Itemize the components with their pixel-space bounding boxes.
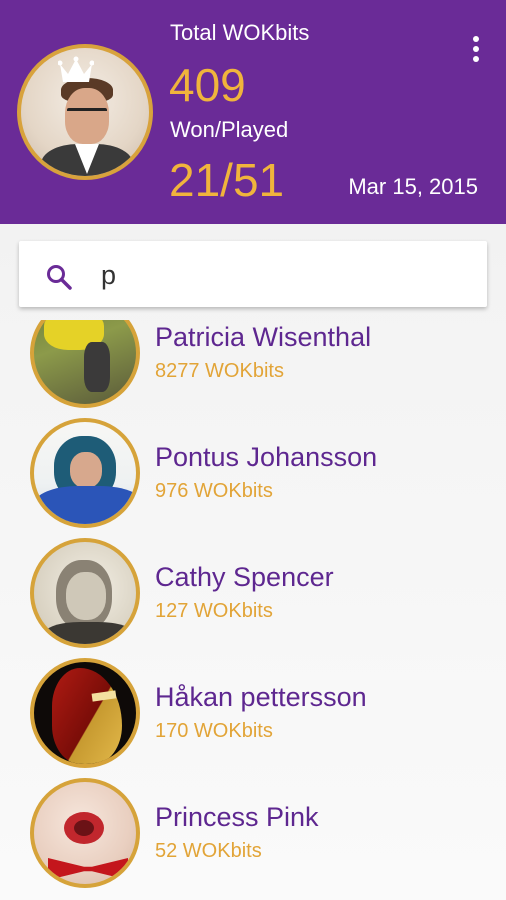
player-list: Patricia Wisenthal 8277 WOKbits Pontus J… xyxy=(0,320,506,900)
player-avatar xyxy=(30,538,140,648)
list-item[interactable]: Patricia Wisenthal 8277 WOKbits xyxy=(0,320,506,418)
overflow-menu-icon[interactable] xyxy=(471,36,481,64)
player-name: Princess Pink xyxy=(155,802,319,832)
player-wokbits: 976 WOKbits xyxy=(155,480,273,502)
player-wokbits: 170 WOKbits xyxy=(155,720,273,742)
total-wokbits-value: 409 xyxy=(169,59,246,111)
player-name: Pontus Johansson xyxy=(155,442,378,472)
player-wokbits: 127 WOKbits xyxy=(155,600,273,622)
player-avatar xyxy=(30,778,140,888)
player-name: Patricia Wisenthal xyxy=(155,322,372,352)
list-item[interactable]: Pontus Johansson 976 WOKbits xyxy=(0,418,506,538)
search-box[interactable] xyxy=(19,241,487,307)
crown-icon xyxy=(58,56,94,82)
list-item[interactable]: Cathy Spencer 127 WOKbits xyxy=(0,538,506,658)
player-avatar xyxy=(30,418,140,528)
avatar-glasses xyxy=(67,108,107,118)
search-icon[interactable] xyxy=(45,263,73,291)
list-item[interactable]: Håkan pettersson 170 WOKbits xyxy=(0,658,506,778)
profile-header: Total WOKbits 409 Won/Played 21/51 Mar 1… xyxy=(0,0,506,224)
player-avatar xyxy=(30,320,140,408)
player-wokbits: 8277 WOKbits xyxy=(155,360,284,382)
player-wokbits: 52 WOKbits xyxy=(155,840,262,862)
won-played-label: Won/Played xyxy=(170,117,289,142)
search-input[interactable] xyxy=(101,255,461,295)
date-label: Mar 15, 2015 xyxy=(348,174,478,199)
list-item[interactable]: Princess Pink 52 WOKbits xyxy=(0,778,506,898)
won-played-value: 21/51 xyxy=(169,154,285,206)
total-wokbits-label: Total WOKbits xyxy=(170,20,310,45)
player-name: Cathy Spencer xyxy=(155,562,334,592)
player-name: Håkan pettersson xyxy=(155,682,367,712)
player-avatar xyxy=(30,658,140,768)
